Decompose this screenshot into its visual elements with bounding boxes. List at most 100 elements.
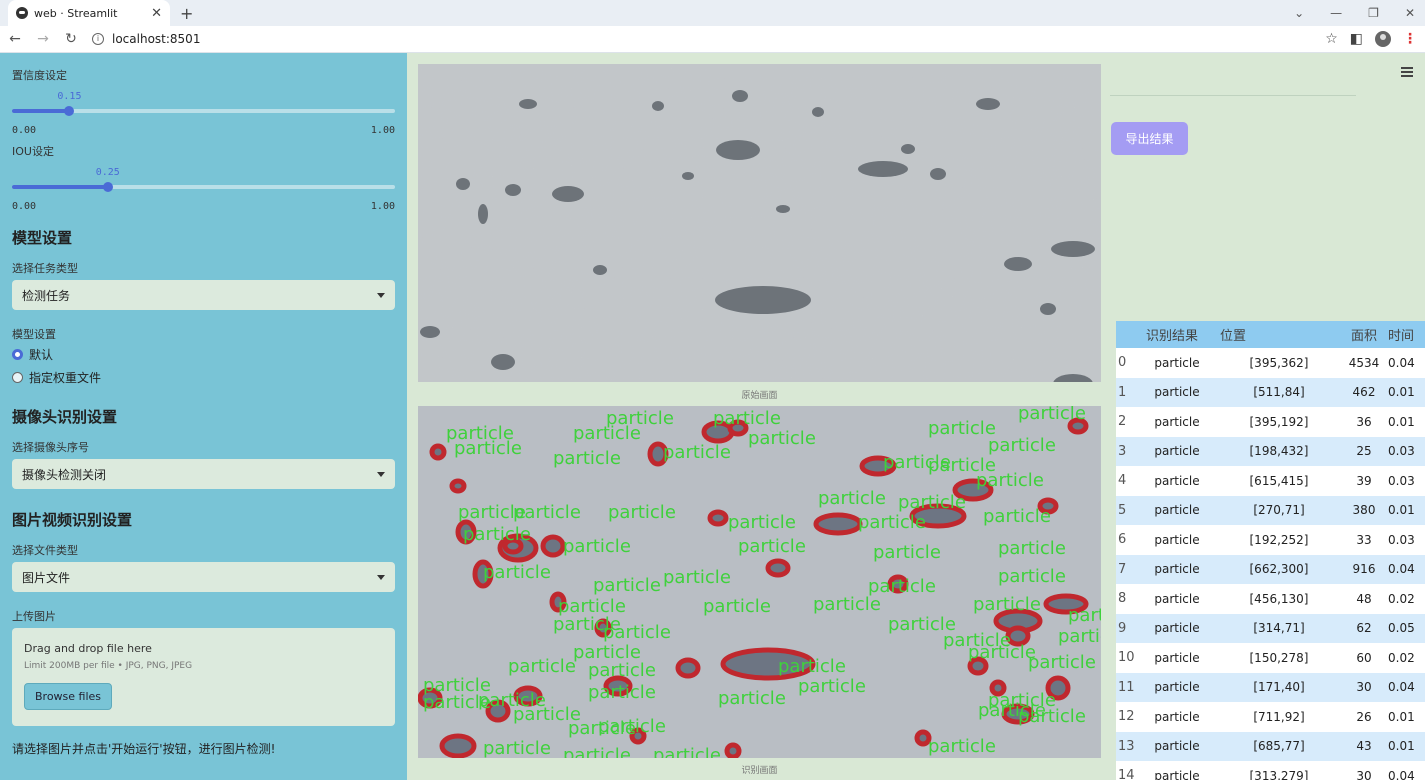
detection-label: particle bbox=[508, 656, 576, 677]
camera-select[interactable]: 摄像头检测关闭 bbox=[12, 459, 395, 489]
detection-label: particle bbox=[798, 676, 866, 697]
iou-range: 0.00 1.00 bbox=[12, 201, 395, 212]
filetype-label: 选择文件类型 bbox=[12, 544, 78, 557]
table-row[interactable]: 1 particle [511,84] 462 0.01 bbox=[1116, 377, 1425, 407]
row-index: 10 bbox=[1118, 650, 1135, 666]
row-area: 43 bbox=[1356, 739, 1372, 754]
table-row[interactable]: 7 particle [662,300] 916 0.04 bbox=[1116, 554, 1425, 584]
table-row[interactable]: 12 particle [711,92] 26 0.01 bbox=[1116, 702, 1425, 732]
table-row[interactable]: 2 particle [395,192] 36 0.01 bbox=[1116, 407, 1425, 437]
table-header-position[interactable]: 位置 bbox=[1214, 325, 1344, 344]
detection-label: particle bbox=[563, 745, 631, 758]
iou-thumb[interactable] bbox=[102, 182, 113, 192]
table-row[interactable]: 0 particle [395,362] 4534 0.04 bbox=[1116, 348, 1425, 378]
table-row[interactable]: 10 particle [150,278] 60 0.02 bbox=[1116, 643, 1425, 673]
table-row[interactable]: 5 particle [270,71] 380 0.01 bbox=[1116, 495, 1425, 525]
browse-files-button[interactable]: Browse files bbox=[24, 683, 113, 710]
profile-avatar-icon[interactable] bbox=[1375, 31, 1391, 47]
row-time: 0.01 bbox=[1388, 503, 1415, 518]
dropzone-title: Drag and drop file here bbox=[24, 642, 152, 655]
row-area: 62 bbox=[1356, 621, 1372, 636]
hamburger-menu-icon[interactable] bbox=[1401, 67, 1413, 79]
new-tab-icon[interactable]: + bbox=[180, 4, 193, 23]
row-index: 11 bbox=[1118, 679, 1135, 695]
forward-icon[interactable]: → bbox=[36, 31, 50, 47]
side-panel-icon[interactable]: ◧ bbox=[1350, 31, 1363, 47]
detection-label: particle bbox=[608, 502, 676, 523]
site-info-icon[interactable]: i bbox=[92, 33, 104, 45]
file-dropzone[interactable]: Drag and drop file here Limit 200MB per … bbox=[12, 628, 395, 726]
iou-slider[interactable]: 0.25 0.00 1.00 bbox=[12, 163, 395, 212]
task-type-select[interactable]: 检测任务 bbox=[12, 280, 395, 310]
detection-label: particle bbox=[976, 470, 1044, 491]
detected-particle bbox=[675, 657, 701, 679]
confidence-slider[interactable]: 0.15 0.00 1.00 bbox=[12, 87, 395, 136]
detection-label: particle bbox=[928, 736, 996, 757]
table-header-result[interactable]: 识别结果 bbox=[1140, 325, 1214, 344]
reload-icon[interactable]: ↻ bbox=[64, 31, 78, 47]
chevron-down-icon[interactable]: ⌄ bbox=[1294, 6, 1304, 20]
confidence-value: 0.15 bbox=[57, 91, 82, 102]
row-area: 39 bbox=[1356, 473, 1372, 488]
table-row[interactable]: 13 particle [685,77] 43 0.01 bbox=[1116, 731, 1425, 761]
detection-label: particle bbox=[1028, 652, 1096, 673]
dropzone-limit: Limit 200MB per file • JPG, PNG, JPEG bbox=[24, 661, 193, 671]
table-header-time[interactable]: 时间 bbox=[1384, 325, 1425, 344]
main-content: 原始画面 particle particle particle particle par… bbox=[407, 53, 1425, 780]
row-time: 0.04 bbox=[1388, 768, 1415, 780]
table-row[interactable]: 11 particle [171,40] 30 0.04 bbox=[1116, 672, 1425, 702]
export-results-button[interactable]: 导出结果 bbox=[1111, 122, 1188, 155]
results-table[interactable]: 识别结果 位置 面积 时间 0 particle [395,362] 4534 0.04… bbox=[1116, 321, 1425, 780]
url-field[interactable]: i localhost:8501 bbox=[92, 32, 1311, 46]
bookmark-star-icon[interactable]: ☆ bbox=[1325, 31, 1338, 47]
row-result: particle bbox=[1154, 739, 1200, 754]
detection-label: particle bbox=[898, 492, 966, 513]
filetype-select[interactable]: 图片文件 bbox=[12, 562, 395, 592]
chevron-down-icon bbox=[377, 292, 385, 298]
radio-unselected-icon[interactable] bbox=[12, 372, 23, 383]
confidence-max: 1.00 bbox=[370, 125, 395, 136]
table-header-area[interactable]: 面积 bbox=[1344, 325, 1384, 344]
table-row[interactable]: 6 particle [192,252] 33 0.03 bbox=[1116, 525, 1425, 555]
restore-icon[interactable]: ❐ bbox=[1368, 6, 1379, 20]
detection-label: particle bbox=[593, 575, 661, 596]
menu-kebab-icon[interactable]: ⋮ bbox=[1403, 31, 1417, 47]
chevron-down-icon bbox=[377, 471, 385, 477]
detection-label: particle bbox=[738, 536, 806, 557]
radio-default[interactable]: 默认 bbox=[12, 346, 395, 363]
iou-track[interactable] bbox=[12, 182, 395, 192]
camera-label: 选择摄像头序号 bbox=[12, 441, 89, 454]
table-row[interactable]: 14 particle [313,279] 30 0.04 bbox=[1116, 761, 1425, 780]
row-position: [171,40] bbox=[1253, 680, 1305, 695]
radio-selected-icon[interactable] bbox=[12, 349, 23, 360]
row-position: [662,300] bbox=[1249, 562, 1309, 577]
row-index: 14 bbox=[1118, 768, 1135, 780]
table-row[interactable]: 8 particle [456,130] 48 0.02 bbox=[1116, 584, 1425, 614]
table-row[interactable]: 9 particle [314,71] 62 0.05 bbox=[1116, 613, 1425, 643]
detected-particle bbox=[449, 478, 467, 494]
minimize-icon[interactable]: — bbox=[1330, 6, 1342, 20]
row-time: 0.02 bbox=[1388, 591, 1415, 606]
confidence-thumb[interactable] bbox=[64, 106, 75, 116]
close-window-icon[interactable]: ✕ bbox=[1405, 6, 1415, 20]
back-icon[interactable]: ← bbox=[8, 31, 22, 47]
row-time: 0.04 bbox=[1388, 355, 1415, 370]
media-settings-header: 图片视频识别设置 bbox=[12, 511, 133, 529]
confidence-min: 0.00 bbox=[12, 125, 37, 136]
row-result: particle bbox=[1154, 355, 1200, 370]
row-result: particle bbox=[1154, 385, 1200, 400]
row-result: particle bbox=[1154, 532, 1200, 547]
row-index: 4 bbox=[1118, 473, 1127, 489]
streamlit-favicon-icon bbox=[16, 7, 28, 19]
table-row[interactable]: 3 particle [198,432] 25 0.03 bbox=[1116, 436, 1425, 466]
detection-label: particle bbox=[568, 718, 636, 739]
row-time: 0.03 bbox=[1388, 444, 1415, 459]
close-tab-icon[interactable]: ✕ bbox=[151, 6, 162, 21]
detection-label: particle bbox=[873, 542, 941, 563]
table-row[interactable]: 4 particle [615,415] 39 0.03 bbox=[1116, 466, 1425, 496]
row-result: particle bbox=[1154, 414, 1200, 429]
confidence-track[interactable] bbox=[12, 106, 395, 116]
row-area: 30 bbox=[1356, 680, 1372, 695]
radio-custom-weights[interactable]: 指定权重文件 bbox=[12, 369, 395, 386]
browser-tab[interactable]: web · Streamlit ✕ bbox=[8, 0, 170, 26]
